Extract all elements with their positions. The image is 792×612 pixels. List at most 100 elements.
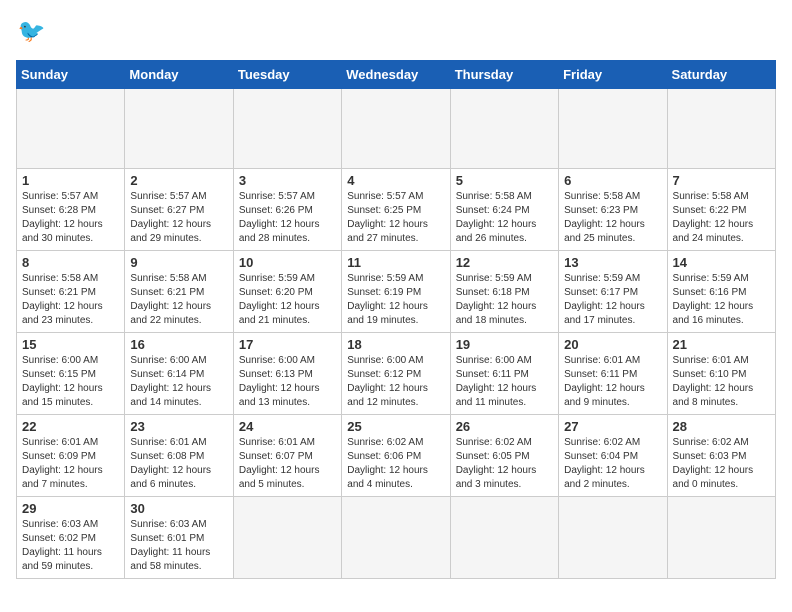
calendar-cell: 3 Sunrise: 5:57 AM Sunset: 6:26 PM Daylig…	[233, 169, 341, 251]
day-number: 1	[22, 173, 119, 188]
calendar-cell: 24 Sunrise: 6:01 AM Sunset: 6:07 PM Dayli…	[233, 415, 341, 497]
calendar-cell: 28 Sunrise: 6:02 AM Sunset: 6:03 PM Dayli…	[667, 415, 775, 497]
calendar-row: 1Sunrise: 5:57 AM Sunset: 6:28 PM Daylig…	[17, 169, 776, 251]
day-info: Sunrise: 5:58 AM Sunset: 6:24 PM Dayligh…	[456, 190, 553, 246]
calendar-cell: 26Sunrise: 6:02 AM Sunset: 6:05 PM Dayli…	[450, 415, 558, 497]
calendar-cell: 20 Sunrise: 6:01 AM Sunset: 6:11 PM Dayli…	[559, 333, 667, 415]
day-number: 27	[564, 419, 661, 434]
day-number: 2	[130, 173, 227, 188]
day-number: 21	[673, 337, 770, 352]
calendar-cell	[342, 89, 450, 169]
col-header-saturday: Saturday	[667, 61, 775, 89]
day-number: 12	[456, 255, 553, 270]
calendar-cell: 10 Sunrise: 5:59 AM Sunset: 6:20 PM Dayli…	[233, 251, 341, 333]
calendar-cell: 4 Sunrise: 5:57 AM Sunset: 6:25 PM Daylig…	[342, 169, 450, 251]
calendar-cell	[450, 497, 558, 579]
day-number: 11	[347, 255, 444, 270]
day-info: Sunrise: 6:01 AM Sunset: 6:11 PM Dayligh…	[564, 354, 661, 410]
col-header-sunday: Sunday	[17, 61, 125, 89]
day-number: 28	[673, 419, 770, 434]
calendar-row: 8 Sunrise: 5:58 AM Sunset: 6:21 PM Daylig…	[17, 251, 776, 333]
day-number: 5	[456, 173, 553, 188]
day-info: Sunrise: 6:02 AM Sunset: 6:06 PM Dayligh…	[347, 436, 444, 492]
day-number: 23	[130, 419, 227, 434]
day-number: 4	[347, 173, 444, 188]
calendar-cell: 13 Sunrise: 5:59 AM Sunset: 6:17 PM Dayli…	[559, 251, 667, 333]
calendar-cell	[559, 497, 667, 579]
calendar-cell: 5 Sunrise: 5:58 AM Sunset: 6:24 PM Daylig…	[450, 169, 558, 251]
page-header: 🐦	[16, 16, 776, 48]
col-header-thursday: Thursday	[450, 61, 558, 89]
calendar-cell: 9 Sunrise: 5:58 AM Sunset: 6:21 PM Daylig…	[125, 251, 233, 333]
day-info: Sunrise: 5:57 AM Sunset: 6:27 PM Dayligh…	[130, 190, 227, 246]
day-number: 3	[239, 173, 336, 188]
day-number: 10	[239, 255, 336, 270]
day-info: Sunrise: 5:57 AM Sunset: 6:26 PM Dayligh…	[239, 190, 336, 246]
day-info: Sunrise: 6:00 AM Sunset: 6:11 PM Dayligh…	[456, 354, 553, 410]
calendar-cell: 2 Sunrise: 5:57 AM Sunset: 6:27 PM Daylig…	[125, 169, 233, 251]
day-info: Sunrise: 6:00 AM Sunset: 6:13 PM Dayligh…	[239, 354, 336, 410]
calendar-cell	[233, 89, 341, 169]
day-info: Sunrise: 5:58 AM Sunset: 6:21 PM Dayligh…	[22, 272, 119, 328]
calendar-cell: 11Sunrise: 5:59 AM Sunset: 6:19 PM Dayli…	[342, 251, 450, 333]
day-number: 6	[564, 173, 661, 188]
calendar-cell: 29 Sunrise: 6:03 AM Sunset: 6:02 PM Dayli…	[17, 497, 125, 579]
day-info: Sunrise: 6:03 AM Sunset: 6:01 PM Dayligh…	[130, 518, 227, 574]
calendar-cell: 25 Sunrise: 6:02 AM Sunset: 6:06 PM Dayli…	[342, 415, 450, 497]
day-info: Sunrise: 6:01 AM Sunset: 6:09 PM Dayligh…	[22, 436, 119, 492]
day-info: Sunrise: 6:03 AM Sunset: 6:02 PM Dayligh…	[22, 518, 119, 574]
calendar-cell	[233, 497, 341, 579]
day-info: Sunrise: 5:58 AM Sunset: 6:22 PM Dayligh…	[673, 190, 770, 246]
calendar-cell: 7 Sunrise: 5:58 AM Sunset: 6:22 PM Daylig…	[667, 169, 775, 251]
calendar-cell	[667, 89, 775, 169]
day-info: Sunrise: 6:00 AM Sunset: 6:14 PM Dayligh…	[130, 354, 227, 410]
day-info: Sunrise: 6:01 AM Sunset: 6:10 PM Dayligh…	[673, 354, 770, 410]
day-info: Sunrise: 6:02 AM Sunset: 6:03 PM Dayligh…	[673, 436, 770, 492]
calendar-row: 29 Sunrise: 6:03 AM Sunset: 6:02 PM Dayli…	[17, 497, 776, 579]
calendar-cell: 30 Sunrise: 6:03 AM Sunset: 6:01 PM Dayli…	[125, 497, 233, 579]
day-info: Sunrise: 6:01 AM Sunset: 6:08 PM Dayligh…	[130, 436, 227, 492]
calendar-cell: 6 Sunrise: 5:58 AM Sunset: 6:23 PM Daylig…	[559, 169, 667, 251]
calendar-cell	[450, 89, 558, 169]
calendar-cell: 16 Sunrise: 6:00 AM Sunset: 6:14 PM Dayli…	[125, 333, 233, 415]
day-info: Sunrise: 6:02 AM Sunset: 6:05 PM Dayligh…	[456, 436, 553, 492]
day-number: 22	[22, 419, 119, 434]
calendar-cell: 27 Sunrise: 6:02 AM Sunset: 6:04 PM Dayli…	[559, 415, 667, 497]
day-number: 7	[673, 173, 770, 188]
day-number: 20	[564, 337, 661, 352]
day-number: 14	[673, 255, 770, 270]
day-number: 17	[239, 337, 336, 352]
calendar-row: 15Sunrise: 6:00 AM Sunset: 6:15 PM Dayli…	[17, 333, 776, 415]
calendar-cell: 12Sunrise: 5:59 AM Sunset: 6:18 PM Dayli…	[450, 251, 558, 333]
calendar-cell: 23 Sunrise: 6:01 AM Sunset: 6:08 PM Dayli…	[125, 415, 233, 497]
day-number: 19	[456, 337, 553, 352]
calendar-cell	[559, 89, 667, 169]
calendar-cell: 15Sunrise: 6:00 AM Sunset: 6:15 PM Dayli…	[17, 333, 125, 415]
day-number: 9	[130, 255, 227, 270]
day-number: 30	[130, 501, 227, 516]
day-info: Sunrise: 6:02 AM Sunset: 6:04 PM Dayligh…	[564, 436, 661, 492]
col-header-wednesday: Wednesday	[342, 61, 450, 89]
calendar-table: SundayMondayTuesdayWednesdayThursdayFrid…	[16, 60, 776, 579]
day-info: Sunrise: 5:58 AM Sunset: 6:23 PM Dayligh…	[564, 190, 661, 246]
day-info: Sunrise: 5:59 AM Sunset: 6:20 PM Dayligh…	[239, 272, 336, 328]
calendar-cell: 1Sunrise: 5:57 AM Sunset: 6:28 PM Daylig…	[17, 169, 125, 251]
col-header-monday: Monday	[125, 61, 233, 89]
day-number: 13	[564, 255, 661, 270]
day-number: 24	[239, 419, 336, 434]
day-info: Sunrise: 5:59 AM Sunset: 6:17 PM Dayligh…	[564, 272, 661, 328]
day-number: 16	[130, 337, 227, 352]
day-number: 25	[347, 419, 444, 434]
day-number: 8	[22, 255, 119, 270]
calendar-row	[17, 89, 776, 169]
calendar-cell	[667, 497, 775, 579]
logo-icon: 🐦	[16, 16, 48, 48]
calendar-cell	[125, 89, 233, 169]
day-info: Sunrise: 5:57 AM Sunset: 6:25 PM Dayligh…	[347, 190, 444, 246]
day-info: Sunrise: 6:00 AM Sunset: 6:12 PM Dayligh…	[347, 354, 444, 410]
day-number: 29	[22, 501, 119, 516]
calendar-cell: 22 Sunrise: 6:01 AM Sunset: 6:09 PM Dayli…	[17, 415, 125, 497]
logo: 🐦	[16, 16, 52, 48]
day-info: Sunrise: 6:01 AM Sunset: 6:07 PM Dayligh…	[239, 436, 336, 492]
day-info: Sunrise: 5:58 AM Sunset: 6:21 PM Dayligh…	[130, 272, 227, 328]
